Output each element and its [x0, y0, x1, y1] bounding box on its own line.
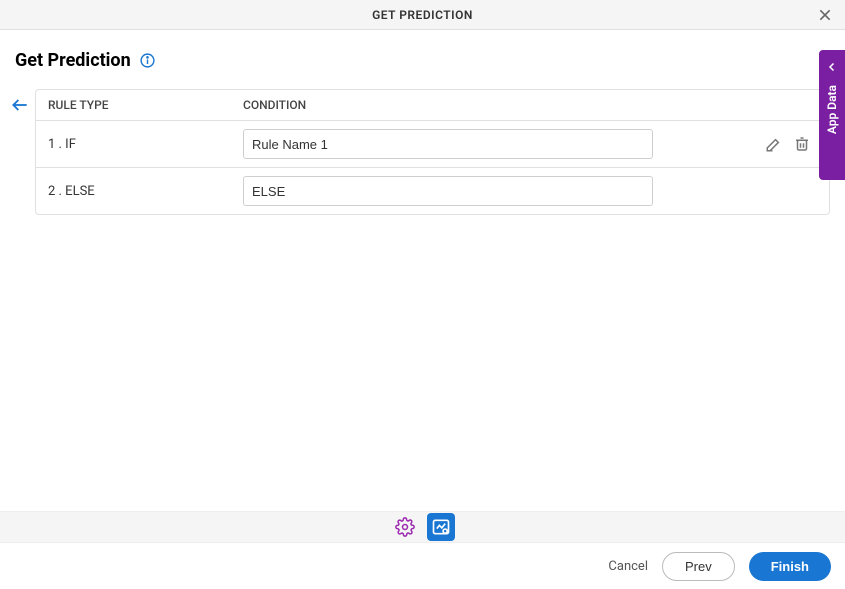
rule-type-cell: 2 . ELSE: [48, 184, 243, 199]
chart-icon[interactable]: [427, 513, 455, 541]
page-title: Get Prediction: [15, 50, 131, 71]
row-actions: [765, 135, 817, 153]
close-icon[interactable]: [817, 7, 833, 23]
column-header-rule-type: RULE TYPE: [48, 98, 243, 112]
top-bar-title: GET PREDICTION: [372, 8, 473, 22]
footer: Cancel Prev Finish: [0, 543, 845, 589]
gear-icon[interactable]: [391, 513, 419, 541]
prev-button[interactable]: Prev: [662, 552, 735, 581]
condition-cell: [243, 129, 817, 159]
finish-button[interactable]: Finish: [749, 552, 831, 581]
bottom-toolbar: [0, 511, 845, 543]
content-wrapper: Get Prediction RULE TYPE CONDITION 1 . I…: [0, 30, 845, 215]
rules-table: RULE TYPE CONDITION 1 . IF: [35, 89, 830, 215]
top-bar: GET PREDICTION: [0, 0, 845, 30]
app-data-label: App Data: [825, 85, 839, 134]
app-data-tab[interactable]: App Data: [819, 50, 845, 180]
chevron-left-icon: [826, 58, 838, 77]
condition-input[interactable]: [243, 129, 653, 159]
rules-header: RULE TYPE CONDITION: [36, 90, 829, 121]
condition-input[interactable]: [243, 176, 653, 206]
back-arrow-icon[interactable]: [10, 95, 30, 115]
page-title-row: Get Prediction: [15, 50, 830, 71]
condition-cell: [243, 176, 817, 206]
info-icon[interactable]: [139, 52, 156, 69]
table-row: 2 . ELSE: [36, 168, 829, 214]
rule-type-cell: 1 . IF: [48, 137, 243, 152]
delete-icon[interactable]: [793, 135, 811, 153]
column-header-condition: CONDITION: [243, 98, 817, 112]
table-row: 1 . IF: [36, 121, 829, 168]
cancel-button[interactable]: Cancel: [608, 559, 648, 574]
edit-icon[interactable]: [765, 135, 783, 153]
